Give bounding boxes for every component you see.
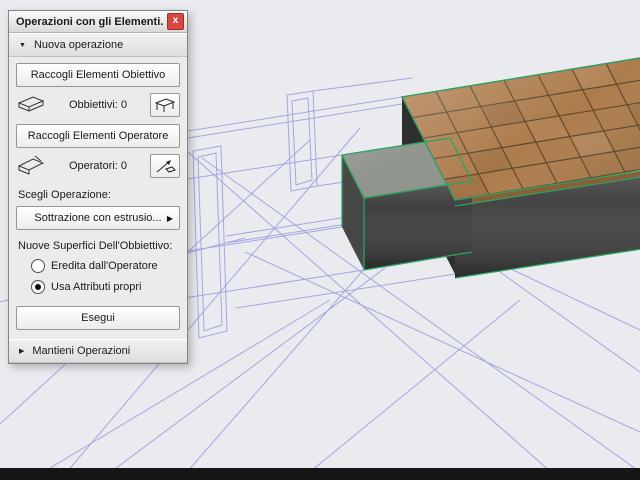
collect-operator-elements-label: Raccogli Elementi Operatore [27, 130, 169, 142]
section-nuova-operazione-label: Nuova operazione [33, 39, 124, 51]
section-mantieni-operazioni[interactable]: ▶ Mantieni Operazioni [9, 339, 187, 363]
palette-title: Operazioni con gli Elementi... [16, 15, 163, 28]
target-pick-icon [154, 98, 176, 112]
section-mantieni-operazioni-label: Mantieni Operazioni [32, 345, 131, 357]
collect-target-elements-button[interactable]: Raccogli Elementi Obiettivo [16, 63, 180, 87]
execute-button-label: Esegui [81, 312, 115, 324]
operators-row: Operatori: 0 [16, 153, 180, 179]
collect-operator-elements-button[interactable]: Raccogli Elementi Operatore [16, 124, 180, 148]
targets-count: Obbiettivi: 0 [68, 99, 128, 111]
application-window: Operazioni con gli Elementi... x ▼ Nuova… [0, 0, 640, 480]
dropdown-menu-arrow-icon: ▶ [166, 213, 173, 223]
choose-operation-label: Scegli Operazione: [18, 189, 111, 201]
operator-pick-icon [156, 160, 176, 173]
pick-target-button[interactable] [150, 93, 180, 117]
execute-button[interactable]: Esegui [16, 306, 180, 330]
radio-own-label: Usa Attributi propri [51, 281, 142, 293]
solid-element-operations-palette: Operazioni con gli Elementi... x ▼ Nuova… [8, 10, 188, 364]
section-nuova-operazione[interactable]: ▼ Nuova operazione [9, 33, 187, 57]
radio-use-own-attributes[interactable]: Usa Attributi propri [31, 280, 187, 294]
radio-selected-icon [31, 280, 45, 294]
close-button[interactable]: x [167, 13, 184, 30]
bottom-window-edge [0, 468, 640, 480]
radio-unselected-icon [31, 259, 45, 273]
radio-inherit-label: Eredita dall'Operatore [51, 260, 158, 272]
operation-dropdown[interactable]: Sottrazione con estrusio... ▶ [16, 206, 180, 230]
target-element-icon [17, 96, 45, 112]
operator-element-icon [17, 155, 45, 175]
operation-dropdown-value: Sottrazione con estrusio... [34, 212, 162, 224]
radio-inherit-from-operator[interactable]: Eredita dall'Operatore [31, 259, 187, 273]
collect-target-elements-label: Raccogli Elementi Obiettivo [30, 69, 166, 81]
section-expanded-icon: ▼ [19, 41, 26, 49]
new-surfaces-label: Nuove Superfici Dell'Obbiettivo: [18, 240, 173, 252]
pick-operator-button[interactable] [150, 154, 180, 178]
operators-count: Operatori: 0 [68, 160, 128, 172]
targets-row: Obbiettivi: 0 [16, 92, 180, 118]
section-collapsed-icon: ▶ [19, 348, 25, 355]
palette-title-bar[interactable]: Operazioni con gli Elementi... x [9, 11, 187, 33]
